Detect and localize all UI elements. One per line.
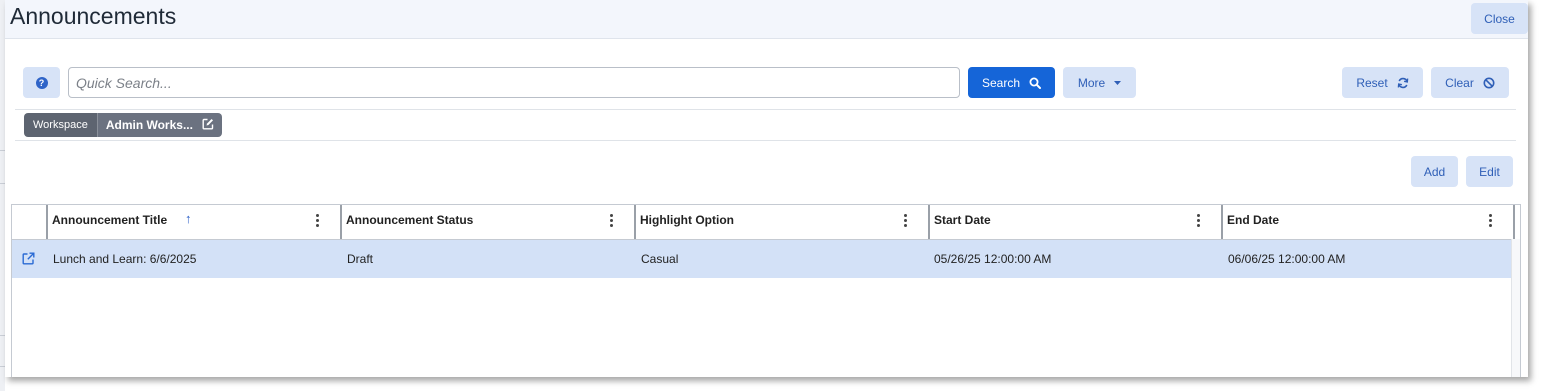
toolbar-divider — [15, 109, 1516, 110]
column-menu-icon[interactable] — [610, 214, 613, 227]
clear-button-label: Clear — [1445, 75, 1474, 90]
announcements-dialog: Announcements Close ? Search More Reset — [5, 0, 1528, 377]
more-button-label: More — [1077, 75, 1106, 90]
grid-vertical-scrollbar[interactable] — [1511, 239, 1520, 377]
filter-chip-value-text: Admin Works... — [105, 118, 193, 132]
dialog-titlebar: Announcements Close — [5, 0, 1528, 39]
column-menu-icon[interactable] — [1197, 214, 1200, 227]
column-header-end-date[interactable]: End Date — [1221, 205, 1515, 239]
search-button[interactable]: Search — [968, 67, 1055, 98]
filter-divider — [15, 140, 1516, 141]
column-header-label: Start Date — [934, 213, 991, 227]
workspace-filter-chip[interactable]: Workspace Admin Works... — [24, 113, 222, 137]
clear-button[interactable]: Clear — [1431, 67, 1509, 98]
reset-button-label: Reset — [1356, 75, 1388, 90]
column-header-label: End Date — [1227, 213, 1280, 227]
search-button-label: Search — [981, 75, 1021, 90]
cell-end-date: 06/06/25 12:00:00 AM — [1228, 252, 1346, 266]
caret-down-icon — [1114, 80, 1122, 85]
column-menu-icon[interactable] — [316, 214, 319, 227]
more-button[interactable]: More — [1063, 67, 1136, 98]
column-header-label: Announcement Status — [346, 213, 474, 227]
column-header-label: Highlight Option — [640, 213, 734, 227]
search-icon — [1029, 77, 1042, 89]
cell-announcement-status: Draft — [347, 252, 374, 266]
column-header-start-date[interactable]: Start Date — [928, 205, 1221, 239]
filter-chip-label: Workspace — [24, 113, 97, 137]
cell-start-date: 05/26/25 12:00:00 AM — [934, 252, 1052, 266]
open-external-link-icon[interactable] — [22, 252, 35, 268]
refresh-icon — [1397, 77, 1409, 89]
column-menu-icon[interactable] — [1489, 214, 1492, 227]
column-header-announcement-title[interactable]: Announcement Title ↑ — [46, 205, 340, 239]
grid-header: Announcement Title ↑ Announcement Status… — [12, 205, 1515, 240]
column-menu-icon[interactable] — [904, 214, 907, 227]
close-button[interactable]: Close — [1471, 3, 1528, 34]
column-header-highlight-option[interactable]: Highlight Option — [634, 205, 928, 239]
ban-icon — [1483, 77, 1495, 89]
announcements-grid: Announcement Title ↑ Announcement Status… — [11, 204, 1521, 377]
table-row[interactable]: Lunch and Learn: 6/6/2025 Draft Casual 0… — [12, 240, 1512, 278]
column-header-announcement-status[interactable]: Announcement Status — [340, 205, 634, 239]
cell-highlight-option: Casual — [641, 252, 679, 266]
column-header-label: Announcement Title — [52, 213, 168, 227]
add-button[interactable]: Add — [1411, 156, 1458, 187]
filter-chip-value[interactable]: Admin Works... — [97, 113, 222, 137]
help-button[interactable]: ? — [23, 67, 60, 98]
quick-search-input[interactable] — [68, 67, 960, 98]
cell-announcement-title: Lunch and Learn: 6/6/2025 — [53, 252, 197, 266]
reset-button[interactable]: Reset — [1342, 67, 1423, 98]
sort-ascending-icon[interactable]: ↑ — [185, 211, 192, 226]
edit-button[interactable]: Edit — [1466, 156, 1513, 187]
edit-icon[interactable] — [202, 118, 214, 133]
dialog-title: Announcements — [10, 3, 177, 29]
question-circle-icon: ? — [35, 76, 48, 89]
